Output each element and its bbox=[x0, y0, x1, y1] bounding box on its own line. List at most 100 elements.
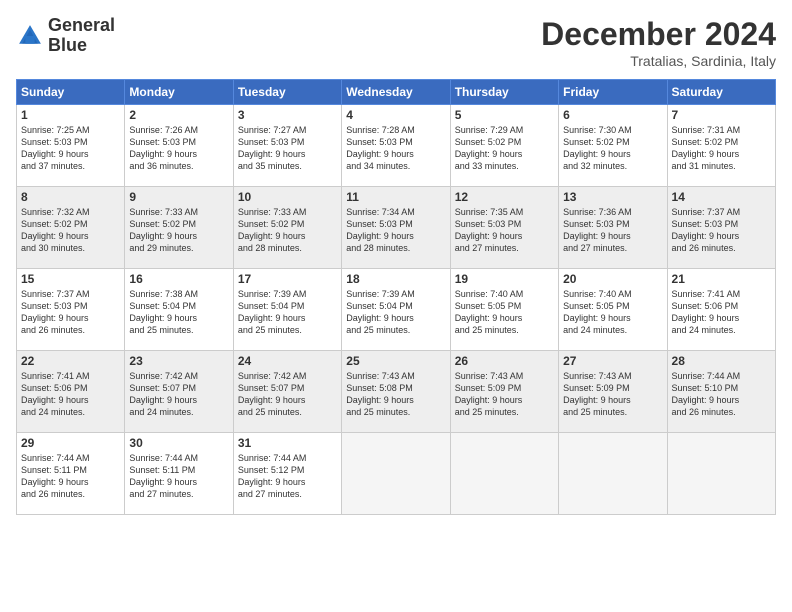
day-number: 18 bbox=[346, 272, 445, 286]
day-info: Sunrise: 7:28 AMSunset: 5:03 PMDaylight:… bbox=[346, 124, 445, 173]
calendar-cell: 8 Sunrise: 7:32 AMSunset: 5:02 PMDaylight… bbox=[17, 187, 125, 269]
day-info: Sunrise: 7:36 AMSunset: 5:03 PMDaylight:… bbox=[563, 206, 662, 255]
calendar-cell: 29 Sunrise: 7:44 AMSunset: 5:11 PMDayligh… bbox=[17, 433, 125, 515]
day-info: Sunrise: 7:44 AMSunset: 5:10 PMDaylight:… bbox=[672, 370, 771, 419]
day-info: Sunrise: 7:27 AMSunset: 5:03 PMDaylight:… bbox=[238, 124, 337, 173]
day-info: Sunrise: 7:40 AMSunset: 5:05 PMDaylight:… bbox=[563, 288, 662, 337]
calendar-cell bbox=[559, 433, 667, 515]
calendar-cell: 7 Sunrise: 7:31 AMSunset: 5:02 PMDaylight… bbox=[667, 105, 775, 187]
day-number: 27 bbox=[563, 354, 662, 368]
day-info: Sunrise: 7:26 AMSunset: 5:03 PMDaylight:… bbox=[129, 124, 228, 173]
calendar-cell: 26 Sunrise: 7:43 AMSunset: 5:09 PMDayligh… bbox=[450, 351, 558, 433]
day-number: 22 bbox=[21, 354, 120, 368]
day-number: 29 bbox=[21, 436, 120, 450]
calendar-cell: 18 Sunrise: 7:39 AMSunset: 5:04 PMDayligh… bbox=[342, 269, 450, 351]
day-info: Sunrise: 7:33 AMSunset: 5:02 PMDaylight:… bbox=[238, 206, 337, 255]
day-number: 21 bbox=[672, 272, 771, 286]
day-info: Sunrise: 7:43 AMSunset: 5:08 PMDaylight:… bbox=[346, 370, 445, 419]
calendar-cell: 17Sunrise: 7:39 AMSunset: 5:04 PMDayligh… bbox=[233, 269, 341, 351]
day-info: Sunrise: 7:30 AMSunset: 5:02 PMDaylight:… bbox=[563, 124, 662, 173]
day-number: 31 bbox=[238, 436, 337, 450]
day-info: Sunrise: 7:41 AMSunset: 5:06 PMDaylight:… bbox=[672, 288, 771, 337]
calendar-cell: 3 Sunrise: 7:27 AMSunset: 5:03 PMDaylight… bbox=[233, 105, 341, 187]
day-info: Sunrise: 7:33 AMSunset: 5:02 PMDaylight:… bbox=[129, 206, 228, 255]
calendar-cell: 11Sunrise: 7:34 AMSunset: 5:03 PMDayligh… bbox=[342, 187, 450, 269]
calendar-cell: 22Sunrise: 7:41 AMSunset: 5:06 PMDayligh… bbox=[17, 351, 125, 433]
day-number: 3 bbox=[238, 108, 337, 122]
calendar-week-row: 22Sunrise: 7:41 AMSunset: 5:06 PMDayligh… bbox=[17, 351, 776, 433]
day-number: 17 bbox=[238, 272, 337, 286]
calendar-week-row: 29 Sunrise: 7:44 AMSunset: 5:11 PMDayligh… bbox=[17, 433, 776, 515]
day-info: Sunrise: 7:43 AMSunset: 5:09 PMDaylight:… bbox=[563, 370, 662, 419]
day-number: 10 bbox=[238, 190, 337, 204]
day-number: 7 bbox=[672, 108, 771, 122]
calendar-cell: 16Sunrise: 7:38 AMSunset: 5:04 PMDayligh… bbox=[125, 269, 233, 351]
calendar-cell: 5 Sunrise: 7:29 AMSunset: 5:02 PMDaylight… bbox=[450, 105, 558, 187]
calendar-week-row: 1 Sunrise: 7:25 AMSunset: 5:03 PMDaylight… bbox=[17, 105, 776, 187]
calendar-cell: 13 Sunrise: 7:36 AMSunset: 5:03 PMDayligh… bbox=[559, 187, 667, 269]
day-info: Sunrise: 7:39 AMSunset: 5:04 PMDaylight:… bbox=[346, 288, 445, 337]
day-info: Sunrise: 7:37 AMSunset: 5:03 PMDaylight:… bbox=[672, 206, 771, 255]
day-info: Sunrise: 7:25 AMSunset: 5:03 PMDaylight:… bbox=[21, 124, 120, 173]
day-info: Sunrise: 7:42 AMSunset: 5:07 PMDaylight:… bbox=[129, 370, 228, 419]
day-number: 1 bbox=[21, 108, 120, 122]
day-info: Sunrise: 7:34 AMSunset: 5:03 PMDaylight:… bbox=[346, 206, 445, 255]
day-info: Sunrise: 7:40 AMSunset: 5:05 PMDaylight:… bbox=[455, 288, 554, 337]
day-number: 12 bbox=[455, 190, 554, 204]
day-number: 20 bbox=[563, 272, 662, 286]
day-info: Sunrise: 7:42 AMSunset: 5:07 PMDaylight:… bbox=[238, 370, 337, 419]
day-number: 19 bbox=[455, 272, 554, 286]
calendar-cell: 25Sunrise: 7:43 AMSunset: 5:08 PMDayligh… bbox=[342, 351, 450, 433]
logo-icon bbox=[16, 22, 44, 50]
day-of-week-header: Tuesday bbox=[233, 80, 341, 105]
location: Tratalias, Sardinia, Italy bbox=[541, 53, 776, 69]
day-number: 23 bbox=[129, 354, 228, 368]
calendar-cell: 15Sunrise: 7:37 AMSunset: 5:03 PMDayligh… bbox=[17, 269, 125, 351]
calendar-cell: 19 Sunrise: 7:40 AMSunset: 5:05 PMDayligh… bbox=[450, 269, 558, 351]
day-info: Sunrise: 7:44 AMSunset: 5:11 PMDaylight:… bbox=[21, 452, 120, 501]
day-number: 8 bbox=[21, 190, 120, 204]
day-of-week-header: Thursday bbox=[450, 80, 558, 105]
calendar-cell: 21 Sunrise: 7:41 AMSunset: 5:06 PMDayligh… bbox=[667, 269, 775, 351]
day-number: 26 bbox=[455, 354, 554, 368]
day-number: 5 bbox=[455, 108, 554, 122]
day-number: 24 bbox=[238, 354, 337, 368]
day-info: Sunrise: 7:32 AMSunset: 5:02 PMDaylight:… bbox=[21, 206, 120, 255]
title-area: December 2024 Tratalias, Sardinia, Italy bbox=[541, 16, 776, 69]
calendar-cell: 14Sunrise: 7:37 AMSunset: 5:03 PMDayligh… bbox=[667, 187, 775, 269]
calendar-cell: 23 Sunrise: 7:42 AMSunset: 5:07 PMDayligh… bbox=[125, 351, 233, 433]
calendar-cell: 10 Sunrise: 7:33 AMSunset: 5:02 PMDayligh… bbox=[233, 187, 341, 269]
day-of-week-header: Friday bbox=[559, 80, 667, 105]
calendar-cell: 9 Sunrise: 7:33 AMSunset: 5:02 PMDaylight… bbox=[125, 187, 233, 269]
day-info: Sunrise: 7:43 AMSunset: 5:09 PMDaylight:… bbox=[455, 370, 554, 419]
calendar-cell bbox=[667, 433, 775, 515]
page: General Blue December 2024 Tratalias, Sa… bbox=[0, 0, 792, 612]
calendar-cell: 2Sunrise: 7:26 AMSunset: 5:03 PMDaylight… bbox=[125, 105, 233, 187]
calendar-cell: 6 Sunrise: 7:30 AMSunset: 5:02 PMDaylight… bbox=[559, 105, 667, 187]
day-of-week-header: Wednesday bbox=[342, 80, 450, 105]
day-number: 6 bbox=[563, 108, 662, 122]
day-number: 28 bbox=[672, 354, 771, 368]
day-info: Sunrise: 7:44 AMSunset: 5:12 PMDaylight:… bbox=[238, 452, 337, 501]
day-info: Sunrise: 7:38 AMSunset: 5:04 PMDaylight:… bbox=[129, 288, 228, 337]
logo: General Blue bbox=[16, 16, 115, 56]
day-number: 15 bbox=[21, 272, 120, 286]
calendar-week-row: 8 Sunrise: 7:32 AMSunset: 5:02 PMDaylight… bbox=[17, 187, 776, 269]
day-of-week-header: Saturday bbox=[667, 80, 775, 105]
day-of-week-header: Monday bbox=[125, 80, 233, 105]
calendar-cell: 12 Sunrise: 7:35 AMSunset: 5:03 PMDayligh… bbox=[450, 187, 558, 269]
day-number: 30 bbox=[129, 436, 228, 450]
calendar-cell bbox=[342, 433, 450, 515]
day-info: Sunrise: 7:31 AMSunset: 5:02 PMDaylight:… bbox=[672, 124, 771, 173]
calendar-cell bbox=[450, 433, 558, 515]
day-info: Sunrise: 7:35 AMSunset: 5:03 PMDaylight:… bbox=[455, 206, 554, 255]
day-info: Sunrise: 7:29 AMSunset: 5:02 PMDaylight:… bbox=[455, 124, 554, 173]
calendar: SundayMondayTuesdayWednesdayThursdayFrid… bbox=[16, 79, 776, 515]
calendar-cell: 1 Sunrise: 7:25 AMSunset: 5:03 PMDaylight… bbox=[17, 105, 125, 187]
day-number: 9 bbox=[129, 190, 228, 204]
calendar-cell: 28 Sunrise: 7:44 AMSunset: 5:10 PMDayligh… bbox=[667, 351, 775, 433]
calendar-cell: 4 Sunrise: 7:28 AMSunset: 5:03 PMDaylight… bbox=[342, 105, 450, 187]
day-number: 4 bbox=[346, 108, 445, 122]
month-title: December 2024 bbox=[541, 16, 776, 53]
day-number: 13 bbox=[563, 190, 662, 204]
